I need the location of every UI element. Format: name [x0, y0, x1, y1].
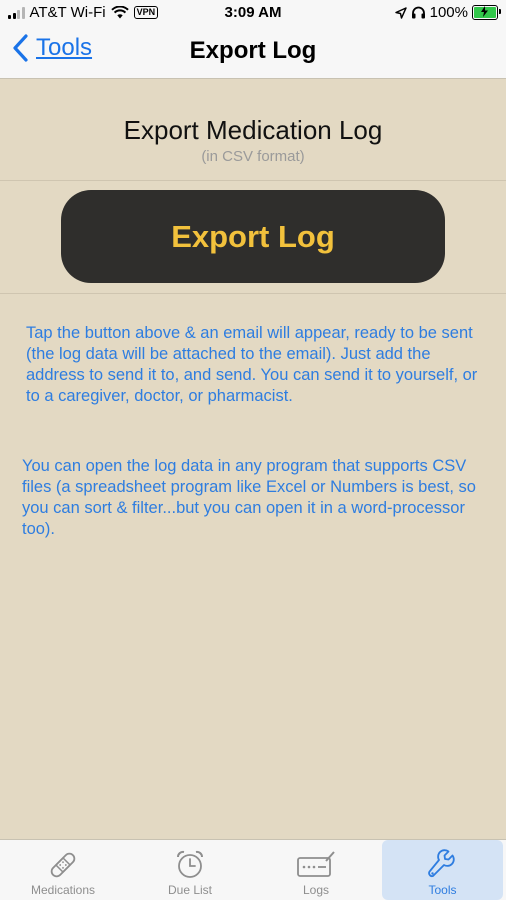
location-icon	[394, 6, 407, 19]
headphones-icon	[411, 6, 425, 19]
divider	[0, 180, 506, 181]
tab-label: Medications	[30, 883, 96, 897]
battery-charging-icon	[472, 5, 501, 20]
instructions-paragraph: Tap the button above & an email will app…	[26, 324, 478, 405]
divider	[0, 293, 506, 294]
log-pad-icon	[297, 851, 335, 877]
page-title: Export Log	[189, 37, 317, 64]
status-bar: AT&T Wi-Fi VPN 3:09 AM 100%	[0, 0, 506, 26]
tab-bar: Medications Due List Logs Tools	[0, 839, 506, 900]
tab-label: Logs	[302, 883, 330, 897]
tab-logs[interactable]: Logs	[253, 840, 379, 900]
export-log-button[interactable]: Export Log	[61, 190, 445, 283]
navigation-bar: Tools Export Log	[0, 26, 506, 79]
tab-label: Tools	[428, 883, 457, 897]
section-subtitle: (in CSV format)	[201, 148, 305, 165]
battery-percent: 100%	[429, 4, 468, 21]
tab-medications[interactable]: Medications	[0, 840, 126, 900]
csv-info-paragraph: You can open the log data in any program…	[22, 457, 476, 538]
alarm-clock-icon	[177, 850, 203, 878]
tab-label: Due List	[167, 883, 213, 897]
tab-due-list[interactable]: Due List	[127, 840, 253, 900]
wrench-icon	[427, 849, 455, 878]
tab-tools[interactable]: Tools	[382, 840, 503, 900]
bandage-icon	[50, 852, 76, 878]
section-title: Export Medication Log	[123, 115, 383, 145]
